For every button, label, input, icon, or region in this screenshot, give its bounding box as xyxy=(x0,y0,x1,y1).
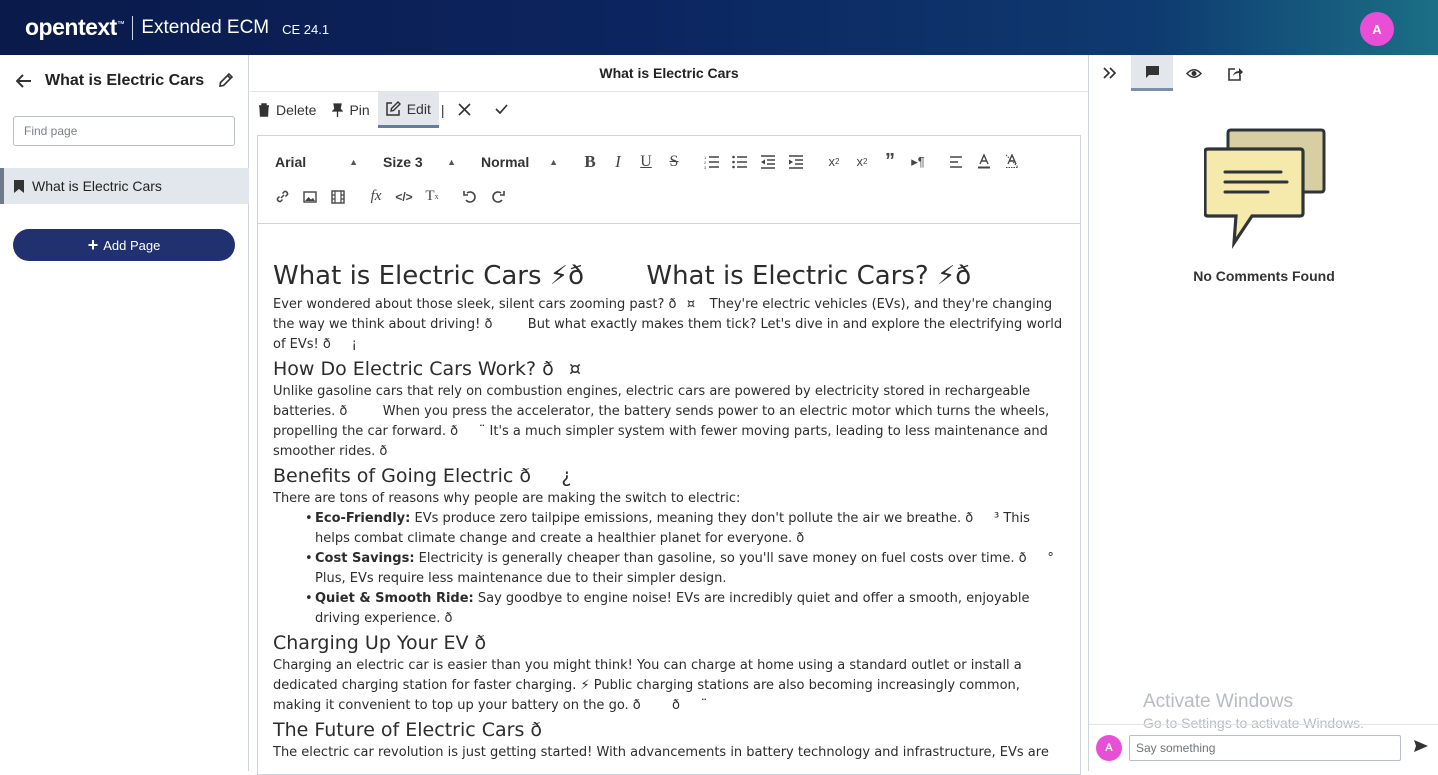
content-heading-benefits: Benefits of Going Electric ð¿ xyxy=(273,465,572,487)
svg-text:3: 3 xyxy=(704,165,707,169)
edit-icon xyxy=(385,101,401,116)
paragraph-style-value: Normal xyxy=(481,153,530,170)
back-arrow-icon[interactable] xyxy=(14,71,34,91)
blockquote-icon[interactable]: ” xyxy=(876,150,904,174)
edit-button[interactable]: Edit xyxy=(377,92,439,128)
page-title: What is Electric Cars xyxy=(250,55,1088,92)
main-content: What is Electric Cars Delete Pin Edit | … xyxy=(250,55,1088,775)
edit-label: Edit xyxy=(406,100,431,117)
pin-label: Pin xyxy=(349,102,370,118)
pin-icon xyxy=(332,103,344,117)
list-item: Cost Savings: Electricity is generally c… xyxy=(305,549,1063,589)
collapse-panel-icon[interactable] xyxy=(1089,55,1131,91)
background-color-icon[interactable] xyxy=(998,150,1026,174)
tab-comments[interactable] xyxy=(1131,55,1173,91)
indent-icon[interactable] xyxy=(782,150,810,174)
page-sidebar: What is Electric Cars What is Electric C… xyxy=(0,55,249,771)
product-name: Extended ECM xyxy=(141,16,270,38)
font-family-select[interactable]: Arial ▲ xyxy=(268,154,358,170)
bullet-list-icon[interactable] xyxy=(726,150,754,174)
font-color-icon[interactable] xyxy=(970,150,998,174)
top-header: opentext™ Extended ECM CE 24.1 A xyxy=(0,0,1438,55)
plus-icon: + xyxy=(87,235,99,255)
select-arrows-icon: ▲ xyxy=(349,156,358,167)
list-item: Quiet & Smooth Ride: Say goodbye to engi… xyxy=(305,589,1063,629)
bookmark-icon xyxy=(14,179,24,193)
brand-divider xyxy=(132,15,134,40)
content-heading-charging: Charging Up Your EV ð xyxy=(273,632,532,654)
content-future-paragraph: The electric car revolution is just gett… xyxy=(273,745,1049,760)
cancel-x-icon[interactable] xyxy=(458,99,472,122)
align-icon[interactable] xyxy=(942,150,970,174)
delete-label: Delete xyxy=(276,102,317,118)
text-direction-icon[interactable]: ▸¶ xyxy=(904,150,932,174)
list-item: Eco-Friendly: EVs produce zero tailpipe … xyxy=(305,509,1063,549)
page-toolbar: Delete Pin Edit | xyxy=(250,92,1088,128)
outdent-icon[interactable] xyxy=(754,150,782,174)
ordered-list-icon[interactable]: 123 xyxy=(698,150,726,174)
brand-logo[interactable]: opentext™ xyxy=(25,14,125,41)
benefits-list: Eco-Friendly: EVs produce zero tailpipe … xyxy=(273,509,1063,629)
select-arrows-icon: ▲ xyxy=(447,156,456,167)
undo-icon[interactable] xyxy=(456,185,484,209)
user-avatar[interactable]: A xyxy=(1360,12,1394,46)
font-size-select[interactable]: Size 3 ▲ xyxy=(376,154,456,170)
eye-icon xyxy=(1186,68,1202,78)
save-check-icon[interactable] xyxy=(495,101,509,119)
subscript-icon[interactable]: x2 xyxy=(848,150,876,174)
content-heading-future: The Future of Electric Cars ð xyxy=(273,719,588,741)
activate-windows-title: Activate Windows xyxy=(1143,691,1293,712)
send-icon[interactable] xyxy=(1413,739,1429,758)
content-intro-paragraph: Ever wondered about those sleek, silent … xyxy=(273,297,1063,352)
sidebar-item-what-is-electric-cars[interactable]: What is Electric Cars xyxy=(0,168,249,204)
content-heading-how: How Do Electric Cars Work? ð¤ xyxy=(273,358,597,380)
clear-formatting-icon[interactable]: Tx xyxy=(418,185,446,209)
sidebar-title: What is Electric Cars xyxy=(45,72,205,89)
comment-composer: A xyxy=(1089,724,1438,771)
panel-tabs xyxy=(1089,55,1438,91)
edit-title-pencil-icon[interactable] xyxy=(218,72,234,88)
redo-icon[interactable] xyxy=(484,185,512,209)
code-block-icon[interactable]: </> xyxy=(390,185,418,209)
italic-icon[interactable]: I xyxy=(604,150,632,174)
editor-toolbar: Arial ▲ Size 3 ▲ Normal ▲ B I U S 123 x2 x2… xyxy=(258,136,1080,224)
strikethrough-icon[interactable]: S xyxy=(660,150,688,174)
commenter-avatar: A xyxy=(1096,735,1122,761)
comments-panel: No Comments Found Activate Windows Go to… xyxy=(1088,55,1438,771)
editor-content[interactable]: What is Electric Cars ⚡ðWhat is Elect… xyxy=(273,260,1063,763)
sidebar-item-label: What is Electric Cars xyxy=(32,178,162,194)
find-page-input[interactable] xyxy=(13,116,235,146)
no-comments-message: No Comments Found xyxy=(1193,268,1335,284)
video-icon[interactable] xyxy=(324,185,352,209)
content-how-paragraph: Unlike gasoline cars that rely on combus… xyxy=(273,384,1050,459)
product-version: CE 24.1 xyxy=(282,21,330,37)
delete-button[interactable]: Delete xyxy=(250,92,324,128)
underline-icon[interactable]: U xyxy=(632,150,660,174)
tab-share[interactable] xyxy=(1215,55,1257,91)
superscript-icon[interactable]: x2 xyxy=(820,150,848,174)
bold-icon[interactable]: B xyxy=(576,150,604,174)
font-family-value: Arial xyxy=(275,153,307,170)
toolbar-separator: | xyxy=(440,102,445,118)
tab-watch[interactable] xyxy=(1173,55,1215,91)
trash-icon xyxy=(259,103,269,117)
image-icon[interactable] xyxy=(296,185,324,209)
content-heading-main: What is Electric Cars ⚡ðWhat is Elect… xyxy=(273,261,1034,291)
add-page-button[interactable]: + Add Page xyxy=(13,229,235,261)
select-arrows-icon: ▲ xyxy=(549,156,558,167)
content-benefits-intro: There are tons of reasons why people are… xyxy=(273,491,741,506)
link-icon[interactable] xyxy=(268,185,296,209)
comment-input[interactable] xyxy=(1129,735,1401,761)
share-icon xyxy=(1228,67,1243,81)
content-charging-paragraph: Charging an electric car is easier than … xyxy=(273,658,1022,713)
pin-button[interactable]: Pin xyxy=(324,92,377,128)
empty-comments-illustration-icon xyxy=(1203,127,1326,254)
comment-icon xyxy=(1145,65,1159,78)
formula-icon[interactable]: fx xyxy=(362,185,390,209)
sidebar-header: What is Electric Cars xyxy=(0,55,248,107)
add-page-label: Add Page xyxy=(103,237,161,253)
font-size-value: Size 3 xyxy=(383,153,423,170)
paragraph-style-select[interactable]: Normal ▲ xyxy=(474,154,558,170)
